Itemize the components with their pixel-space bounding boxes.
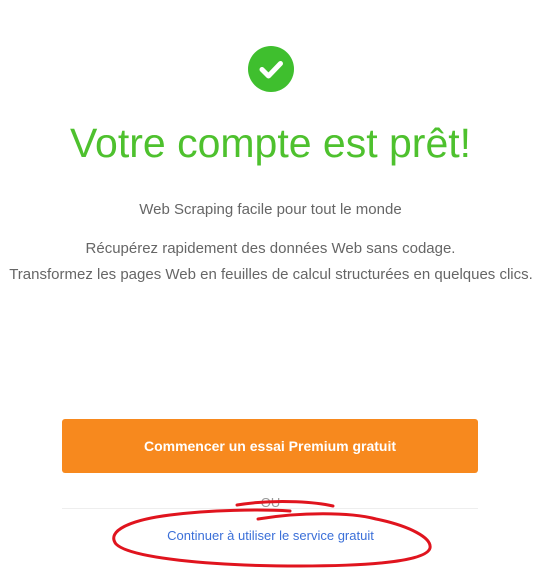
check-circle-icon [248,46,294,92]
description-line-2: Transformez les pages Web en feuilles de… [9,266,533,283]
page-title: Votre compte est prêt! [69,120,472,166]
or-separator: OU [260,495,281,510]
continue-free-link[interactable]: Continuer à utiliser le service gratuit [0,527,541,545]
page-subtitle: Web Scraping facile pour tout le monde [139,201,402,218]
account-ready-page: Votre compte est prêt! Web Scraping faci… [0,0,553,571]
start-premium-trial-button[interactable]: Commencer un essai Premium gratuit [62,419,478,473]
description-line-1: Récupérez rapidement des données Web san… [85,240,456,257]
